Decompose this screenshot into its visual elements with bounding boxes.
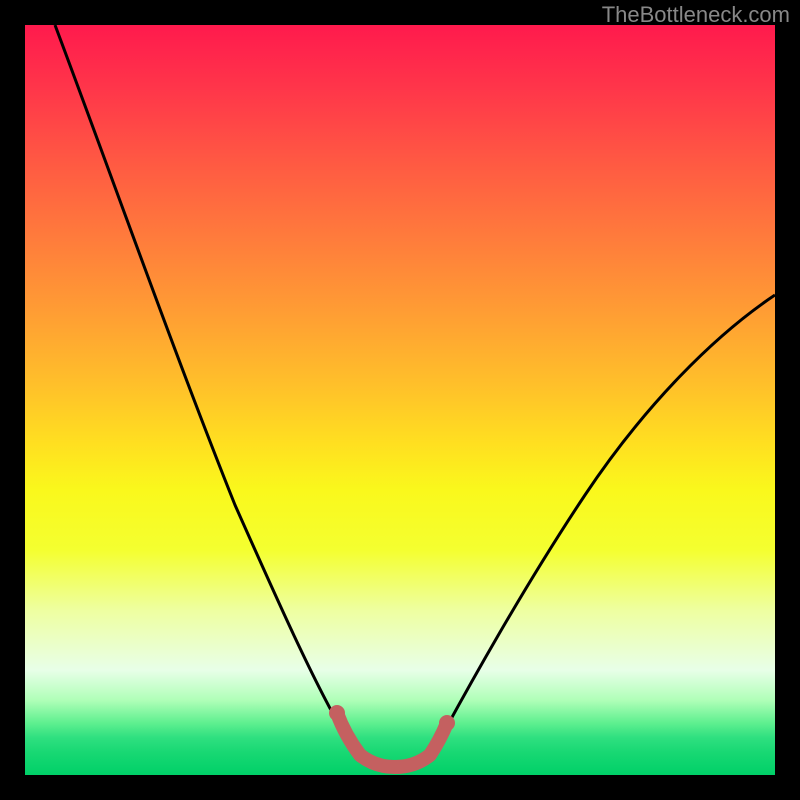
curve-layer [25, 25, 775, 775]
main-curve [55, 25, 775, 765]
plot-area [25, 25, 775, 775]
chart-frame: TheBottleneck.com [0, 0, 800, 800]
bottom-highlight [337, 713, 447, 767]
watermark-text: TheBottleneck.com [602, 2, 790, 28]
highlight-dot-left [329, 705, 345, 721]
highlight-dot-right [439, 715, 455, 731]
